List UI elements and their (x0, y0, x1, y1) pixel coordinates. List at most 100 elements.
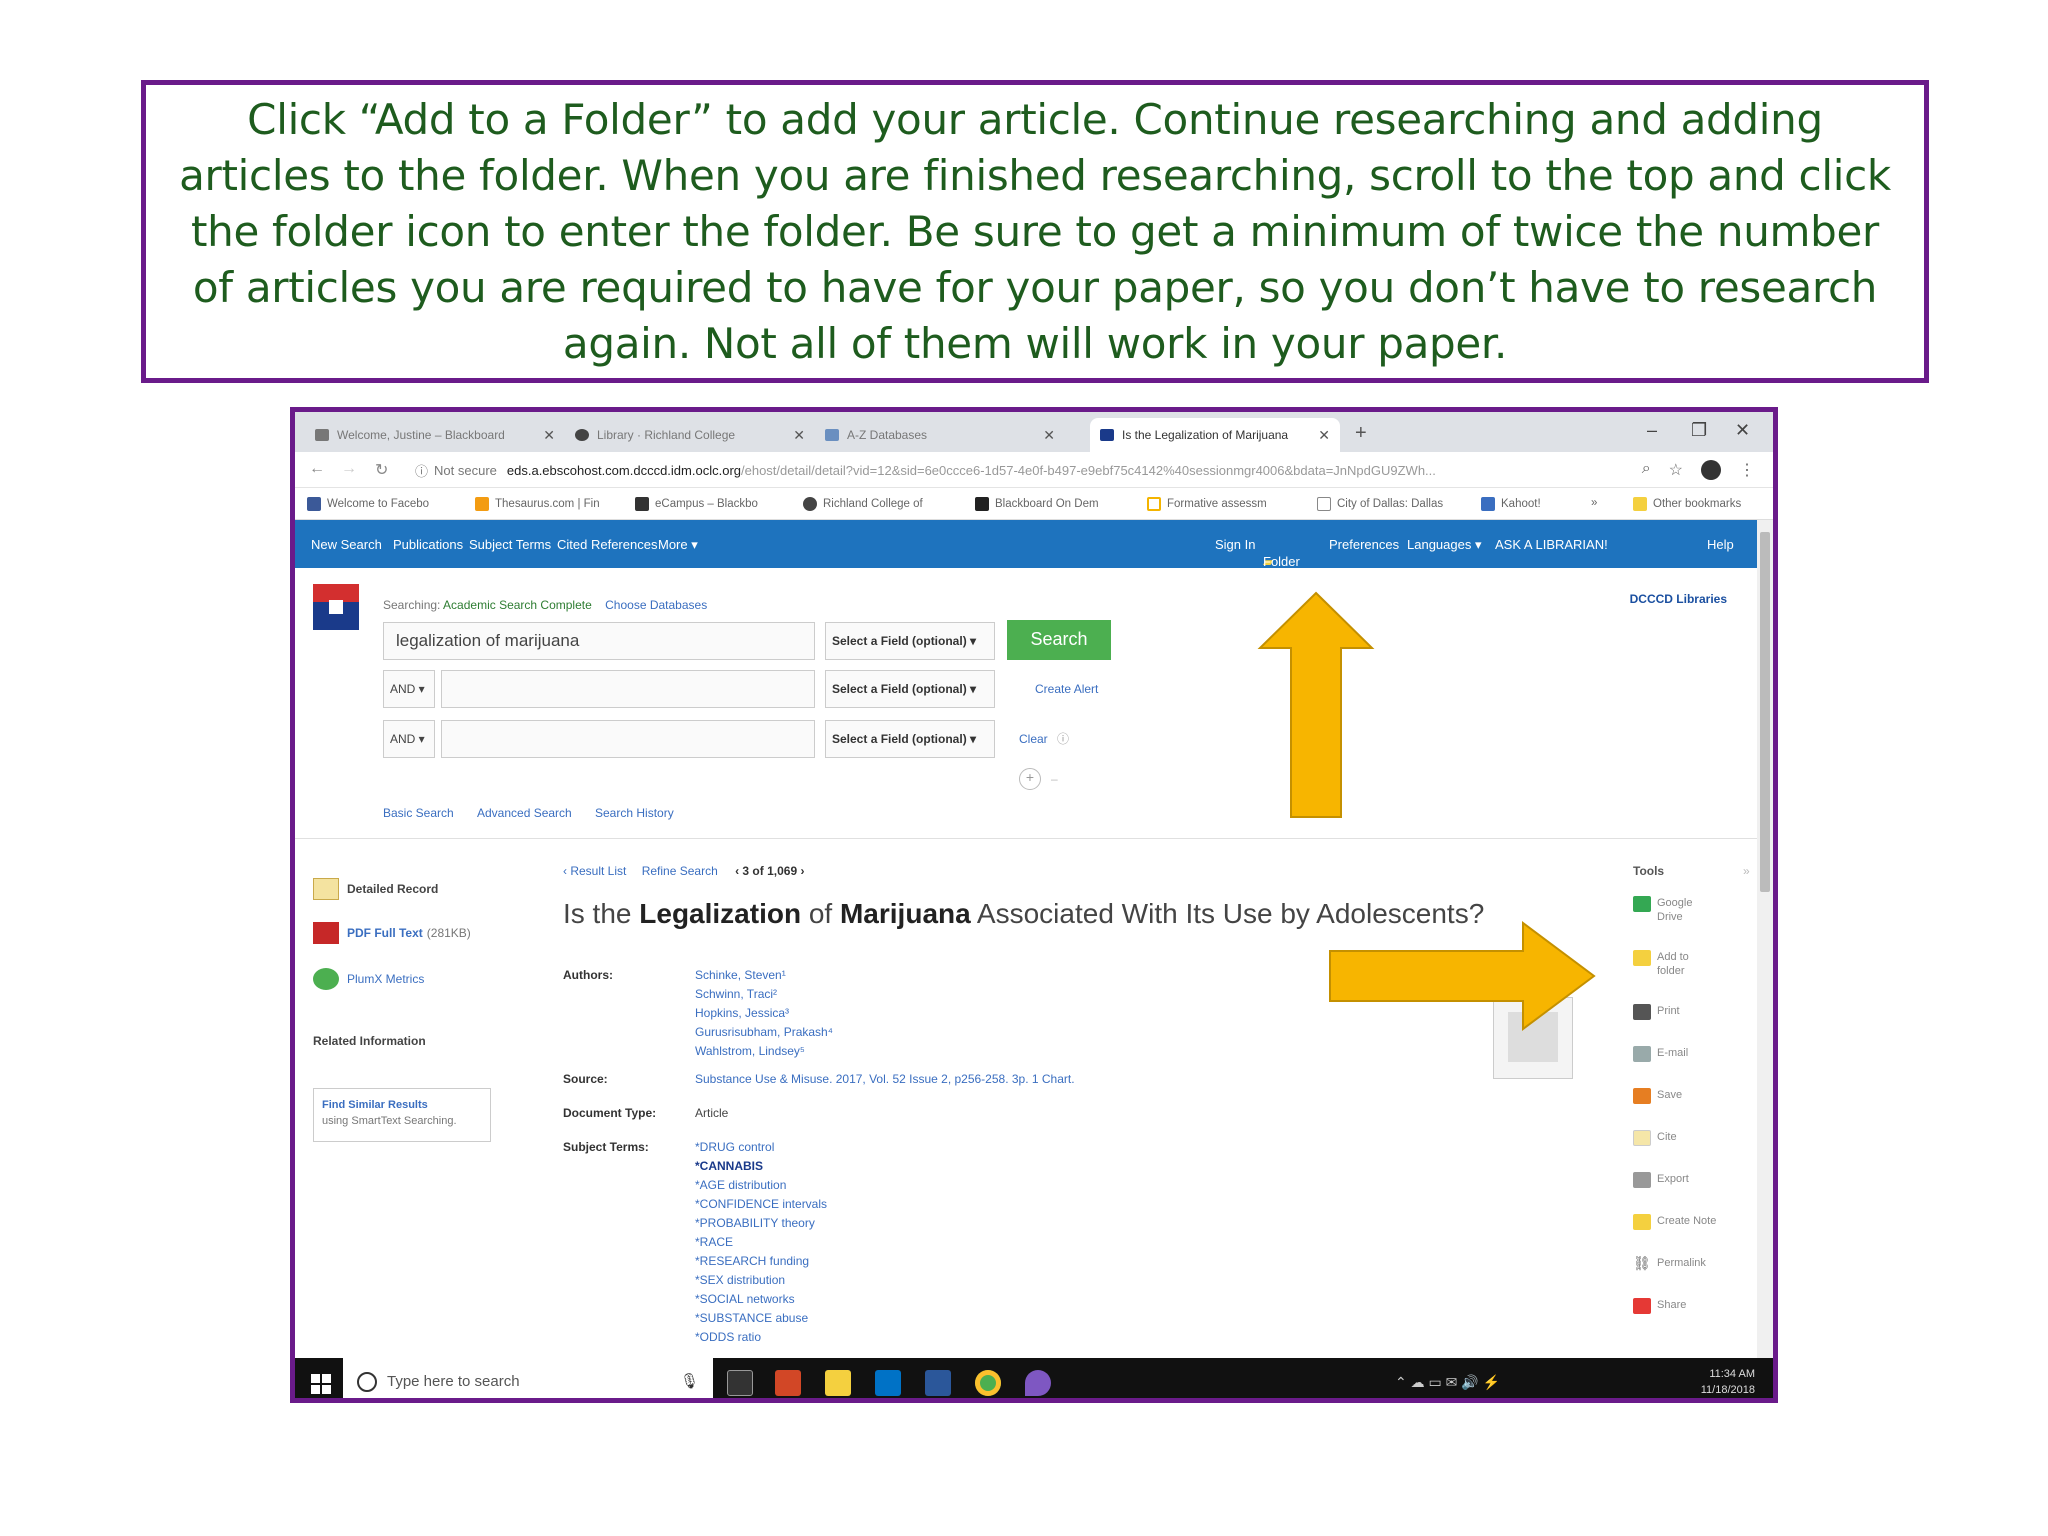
tool-save[interactable]: Save (1633, 1088, 1682, 1104)
info-icon[interactable]: ⓘ (415, 461, 428, 480)
ebsco-logo[interactable] (313, 584, 359, 630)
restore-icon[interactable]: ❐ (1691, 420, 1707, 441)
clock[interactable]: 11:34 AM 11/18/2018 (1701, 1366, 1755, 1398)
forward-icon[interactable]: → (341, 460, 357, 478)
tool-cite[interactable]: Cite (1633, 1130, 1677, 1146)
tray-icons[interactable]: ⌃ ☁ ▭ ✉ 🔊 ⚡ (1395, 1374, 1500, 1391)
microphone-icon[interactable]: 🎙 (680, 1372, 699, 1390)
nav-publications[interactable]: Publications (393, 537, 463, 552)
advanced-search-link[interactable]: Advanced Search (477, 806, 572, 820)
bookmarks-overflow-icon[interactable]: » (1591, 497, 1597, 509)
browser-tab[interactable]: Welcome, Justine – Blackboard ✕ (305, 418, 565, 452)
result-list-link[interactable]: ‹ Result List (563, 864, 626, 878)
field-select-3[interactable]: Select a Field (optional) ▾ (825, 720, 995, 758)
author-link[interactable]: Schinke, Steven¹ (695, 966, 833, 985)
choose-databases-link[interactable]: Choose Databases (605, 598, 707, 612)
tool-export[interactable]: Export (1633, 1172, 1689, 1188)
close-icon[interactable]: ✕ (793, 427, 805, 444)
search-history-link[interactable]: Search History (595, 806, 674, 820)
nav-languages[interactable]: Languages ▾ (1407, 537, 1481, 553)
bookmark-item[interactable]: Formative assessm (1147, 497, 1267, 511)
bookmark-folder[interactable]: Other bookmarks (1633, 497, 1741, 511)
collapse-icon[interactable]: » (1743, 864, 1750, 878)
clear-link[interactable]: Clear (1019, 732, 1048, 746)
subject-link[interactable]: *DRUG control (695, 1138, 827, 1157)
nav-help[interactable]: Help (1707, 537, 1734, 552)
subject-link[interactable]: *ODDS ratio (695, 1328, 827, 1347)
tool-share[interactable]: Share (1633, 1298, 1686, 1314)
boolean-select-3[interactable]: AND ▾ (383, 720, 435, 758)
nav-sign-in[interactable]: Sign In (1215, 537, 1255, 552)
word-icon[interactable] (925, 1370, 951, 1396)
bookmark-item[interactable]: Welcome to Facebo (307, 497, 429, 511)
result-pager[interactable]: ‹ 3 of 1,069 › (735, 864, 804, 878)
library-name[interactable]: DCCCD Libraries (1630, 592, 1727, 606)
subject-link[interactable]: *PROBABILITY theory (695, 1214, 827, 1233)
field-select-1[interactable]: Select a Field (optional) ▾ (825, 622, 995, 660)
bookmark-item[interactable]: Richland College of (803, 497, 923, 511)
tool-add-to-folder[interactable]: Add to folder (1633, 950, 1697, 978)
subject-link[interactable]: *SUBSTANCE abuse (695, 1309, 827, 1328)
minimize-icon[interactable]: – (1647, 420, 1657, 441)
tool-email[interactable]: E-mail (1633, 1046, 1688, 1062)
browser-tab-active[interactable]: Is the Legalization of Marijuana ✕ (1090, 418, 1340, 452)
subject-link[interactable]: *RESEARCH funding (695, 1252, 827, 1271)
close-icon[interactable]: ✕ (543, 427, 555, 444)
detailed-record-link[interactable]: Detailed Record (313, 878, 438, 900)
find-similar-box[interactable]: Find Similar Results using SmartText Sea… (313, 1088, 491, 1142)
author-link[interactable]: Schwinn, Traci² (695, 985, 833, 1004)
pdf-full-text-link[interactable]: PDF Full Text (281KB) (313, 922, 471, 944)
nav-preferences[interactable]: Preferences (1329, 537, 1399, 552)
add-row-icon[interactable]: + (1019, 768, 1041, 790)
subject-link[interactable]: *CANNABIS (695, 1157, 827, 1176)
maps-icon[interactable] (1025, 1370, 1051, 1396)
search-input-3[interactable] (441, 720, 815, 758)
search-input-1[interactable]: legalization of marijuana (383, 622, 815, 660)
source-value[interactable]: Substance Use & Misuse. 2017, Vol. 52 Is… (695, 1070, 1075, 1089)
author-link[interactable]: Hopkins, Jessica³ (695, 1004, 833, 1023)
subject-link[interactable]: *AGE distribution (695, 1176, 827, 1195)
url-field[interactable]: ⓘ Not secure eds.a.ebscohost.com.dcccd.i… (415, 458, 1665, 482)
nav-cited-references[interactable]: Cited References (557, 537, 657, 552)
tool-google-drive[interactable]: Google Drive (1633, 896, 1697, 924)
find-similar-link[interactable]: Find Similar Results (322, 1097, 482, 1113)
menu-icon[interactable]: ⋮ (1739, 460, 1755, 480)
bookmark-item[interactable]: Kahoot! (1481, 497, 1541, 511)
help-icon[interactable]: ⓘ (1057, 730, 1069, 747)
new-tab-icon[interactable]: + (1355, 422, 1367, 445)
remove-row-icon[interactable]: – (1051, 772, 1058, 786)
subject-link[interactable]: *SOCIAL networks (695, 1290, 827, 1309)
bookmark-item[interactable]: Thesaurus.com | Fin (475, 497, 600, 511)
page-scrollbar[interactable] (1757, 520, 1773, 1398)
windows-start-icon[interactable] (311, 1374, 331, 1394)
refine-search-link[interactable]: Refine Search (642, 864, 718, 878)
boolean-select-2[interactable]: AND ▾ (383, 670, 435, 708)
profile-avatar[interactable] (1701, 460, 1721, 480)
window-close-icon[interactable]: ✕ (1735, 420, 1750, 441)
powerpoint-icon[interactable] (775, 1370, 801, 1396)
scrollbar-thumb[interactable] (1760, 532, 1770, 892)
bookmark-item[interactable]: Blackboard On Dem (975, 497, 1099, 511)
author-link[interactable]: Gurusrisubham, Prakash⁴ (695, 1023, 833, 1042)
close-icon[interactable]: ✕ (1043, 427, 1055, 444)
nav-ask-librarian[interactable]: ASK A LIBRARIAN! (1495, 537, 1608, 552)
create-alert-link[interactable]: Create Alert (1035, 682, 1098, 696)
subject-link[interactable]: *SEX distribution (695, 1271, 827, 1290)
subject-link[interactable]: *CONFIDENCE intervals (695, 1195, 827, 1214)
bookmark-item[interactable]: eCampus – Blackbo (635, 497, 758, 511)
nav-new-search[interactable]: New Search (311, 537, 382, 552)
bookmark-item[interactable]: City of Dallas: Dallas (1317, 497, 1443, 511)
basic-search-link[interactable]: Basic Search (383, 806, 454, 820)
task-view-icon[interactable] (727, 1370, 753, 1396)
reload-icon[interactable]: ↻ (375, 460, 388, 480)
nav-subject-terms[interactable]: Subject Terms (469, 537, 551, 552)
chrome-icon[interactable] (975, 1370, 1001, 1396)
author-link[interactable]: Wahlstrom, Lindsey⁵ (695, 1042, 833, 1061)
star-icon[interactable]: ☆ (1669, 460, 1683, 480)
back-icon[interactable]: ← (309, 460, 325, 478)
browser-tab[interactable]: Library · Richland College ✕ (565, 418, 815, 452)
tool-create-note[interactable]: Create Note (1633, 1214, 1716, 1230)
field-select-2[interactable]: Select a Field (optional) ▾ (825, 670, 995, 708)
taskbar-search[interactable]: Type here to search 🎙 (343, 1358, 713, 1398)
search-input-2[interactable] (441, 670, 815, 708)
